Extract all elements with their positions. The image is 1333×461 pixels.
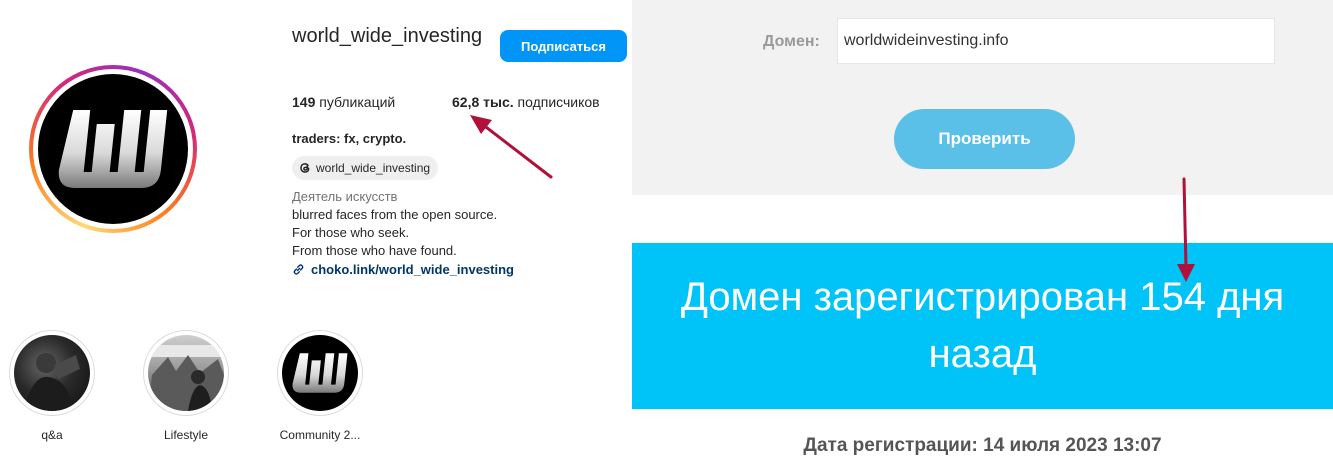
highlight-cover-logo	[282, 335, 358, 411]
followers-count: 62,8 тыс.	[452, 94, 514, 110]
instagram-profile-panel: world_wide_investing Подписаться 149 пуб…	[0, 0, 632, 461]
result-banner: Домен зарегистрирован 154 дня назад	[632, 243, 1333, 409]
profile-link-text: choko.link/world_wide_investing	[311, 262, 514, 277]
highlight-caption: Community 2...	[279, 428, 361, 442]
domain-label: Домен:	[763, 33, 820, 50]
result-text: Домен зарегистрирован 154 дня назад	[680, 275, 1285, 376]
follow-button[interactable]: Подписаться	[500, 30, 627, 62]
highlight-cover-photo	[148, 335, 224, 411]
story-highlight[interactable]: Lifestyle	[143, 330, 229, 442]
domain-checker-panel: Домен: Проверить Домен зарегистрирован 1…	[632, 0, 1333, 461]
profile-username: world_wide_investing	[292, 25, 483, 47]
threads-icon	[300, 163, 310, 173]
bio-line: blurred faces from the open source.	[292, 207, 498, 222]
registration-date: Дата регистрации: 14 июля 2023 13:07	[803, 435, 1162, 456]
story-highlight[interactable]: Community 2...	[277, 330, 363, 442]
bio-name: traders: fx, crypto.	[292, 131, 407, 146]
posts-label: публикаций	[319, 94, 396, 110]
posts-count: 149	[292, 94, 316, 110]
followers-stat[interactable]: 62,8 тыс. подписчиков	[452, 94, 600, 110]
domain-input[interactable]	[837, 18, 1275, 64]
highlight-caption: Lifestyle	[163, 428, 209, 442]
profile-link[interactable]: choko.link/world_wide_investing	[292, 262, 514, 277]
link-icon	[293, 264, 304, 275]
bio-line: From those who have found.	[292, 243, 457, 258]
domain-check-form: Домен: Проверить	[632, 0, 1333, 195]
bio-line: For those who seek.	[292, 225, 410, 240]
check-button[interactable]: Проверить	[894, 109, 1075, 169]
avatar-logo	[38, 74, 188, 224]
profile-avatar[interactable]	[29, 65, 197, 233]
story-highlight[interactable]: q&a	[9, 330, 95, 442]
followers-label: подписчиков	[517, 94, 600, 110]
threads-badge[interactable]: world_wide_investing	[292, 156, 439, 180]
highlight-cover-photo	[14, 335, 90, 411]
highlight-caption: q&a	[41, 428, 63, 442]
threads-handle: world_wide_investing	[316, 161, 431, 175]
profile-category: Деятель искусств	[292, 189, 398, 204]
posts-stat[interactable]: 149 публикаций	[292, 94, 395, 110]
